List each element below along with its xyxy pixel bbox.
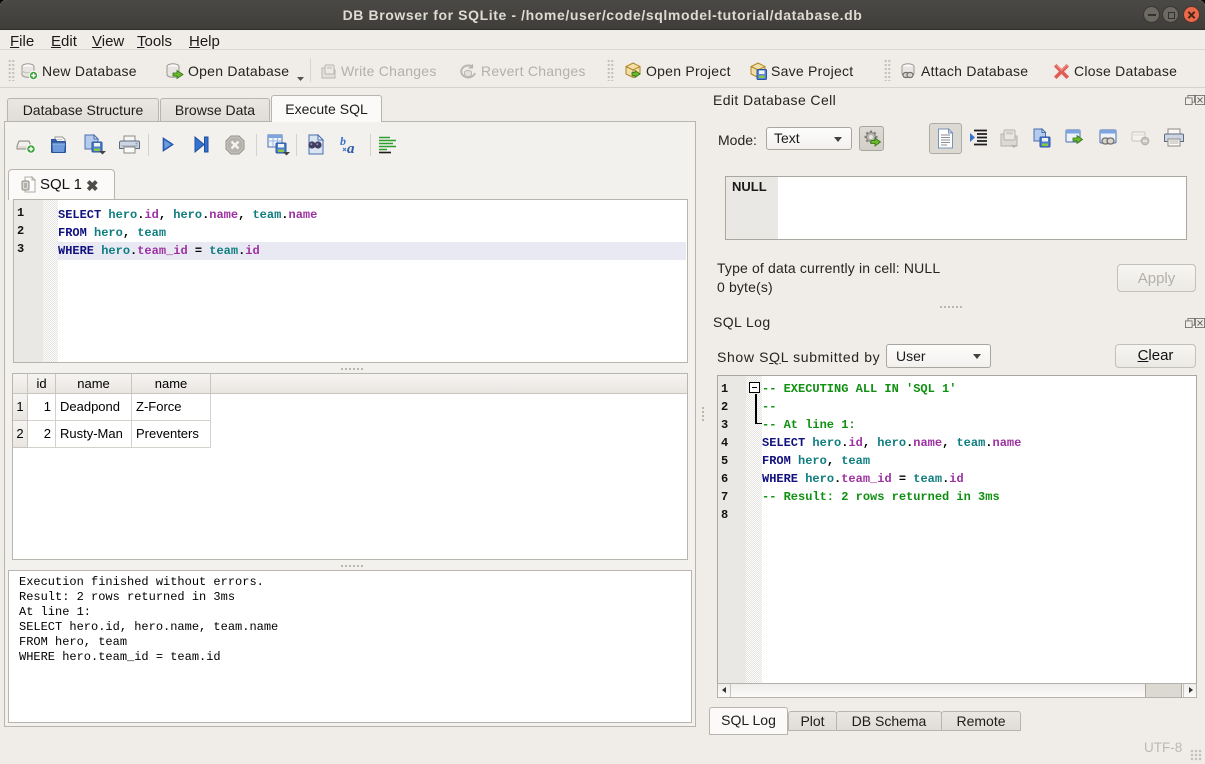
- svg-text:b: b: [340, 135, 346, 148]
- svg-text:a: a: [347, 141, 355, 155]
